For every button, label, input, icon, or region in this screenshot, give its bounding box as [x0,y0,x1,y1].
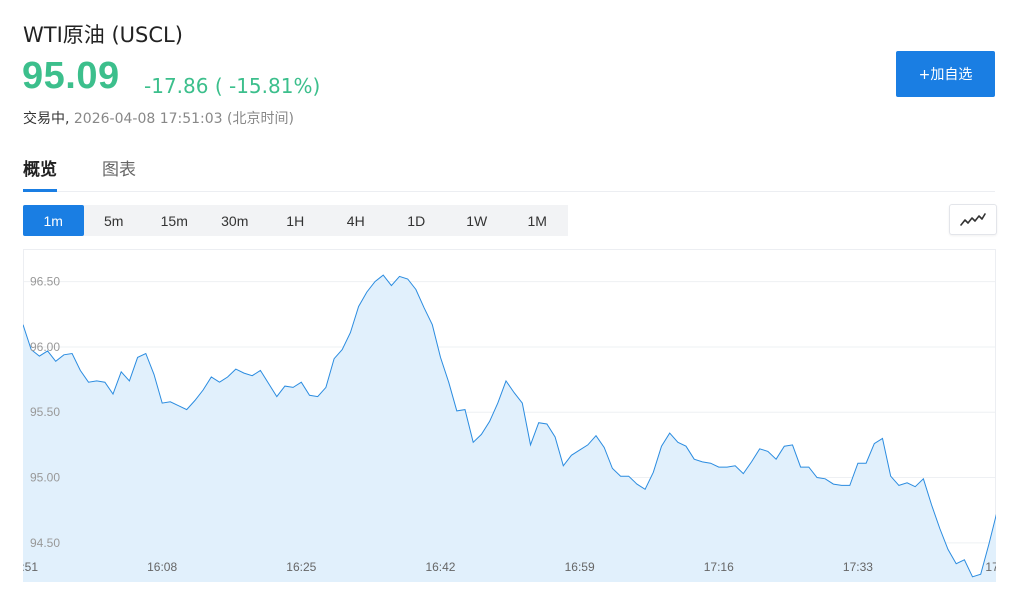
x-tick-label: 16:42 [425,560,455,574]
tab-overview[interactable]: 概览 [23,155,57,192]
period-5m[interactable]: 5m [84,205,145,236]
x-tick-label: 16:59 [565,560,595,574]
instrument-title: WTI原油 (USCL) [23,23,183,47]
x-tick-label: 17:33 [843,560,873,574]
y-tick-label: 96.50 [30,275,60,289]
status-timestamp: 2026-04-08 17:51:03 (北京时间) [69,111,294,127]
tab-chart[interactable]: 图表 [102,155,136,189]
price-chart[interactable]: 96.50 96.00 95.50 95.00 94.50 15:51 16:08 16:2… [23,249,996,582]
period-selector: 1m 5m 15m 30m 1H 4H 1D 1W 1M [23,205,568,236]
line-chart-icon [960,212,986,226]
tab-bar: 概览 图表 [23,155,995,192]
period-1h[interactable]: 1H [265,205,326,236]
y-tick-label: 94.50 [30,536,60,550]
add-to-watchlist-button[interactable]: +加自选 [896,51,995,97]
trading-status: 交易中, 2026-04-08 17:51:03 (北京时间) [23,108,294,128]
y-tick-label: 95.00 [30,471,60,485]
chart-type-button[interactable] [949,204,997,235]
x-tick-label: 15:51 [23,560,38,574]
period-30m[interactable]: 30m [205,205,266,236]
period-1w[interactable]: 1W [447,205,508,236]
period-1m[interactable]: 1m [23,205,84,236]
price-change: -17.86 ( -15.81%) [144,74,321,98]
x-tick-label: 17:16 [704,560,734,574]
period-1mo[interactable]: 1M [507,205,568,236]
x-tick-label: 16:08 [147,560,177,574]
price-chart-svg: 96.50 96.00 95.50 95.00 94.50 15:51 16:08 16:2… [23,249,996,582]
status-label: 交易中, [23,111,70,127]
x-tick-label: 16:25 [286,560,316,574]
current-price: 95.09 [22,55,120,97]
period-15m[interactable]: 15m [144,205,205,236]
y-tick-label: 95.50 [30,405,60,419]
x-tick-label: 17:5 [985,560,996,574]
period-1d[interactable]: 1D [386,205,447,236]
y-tick-label: 96.00 [30,340,60,354]
period-4h[interactable]: 4H [326,205,387,236]
